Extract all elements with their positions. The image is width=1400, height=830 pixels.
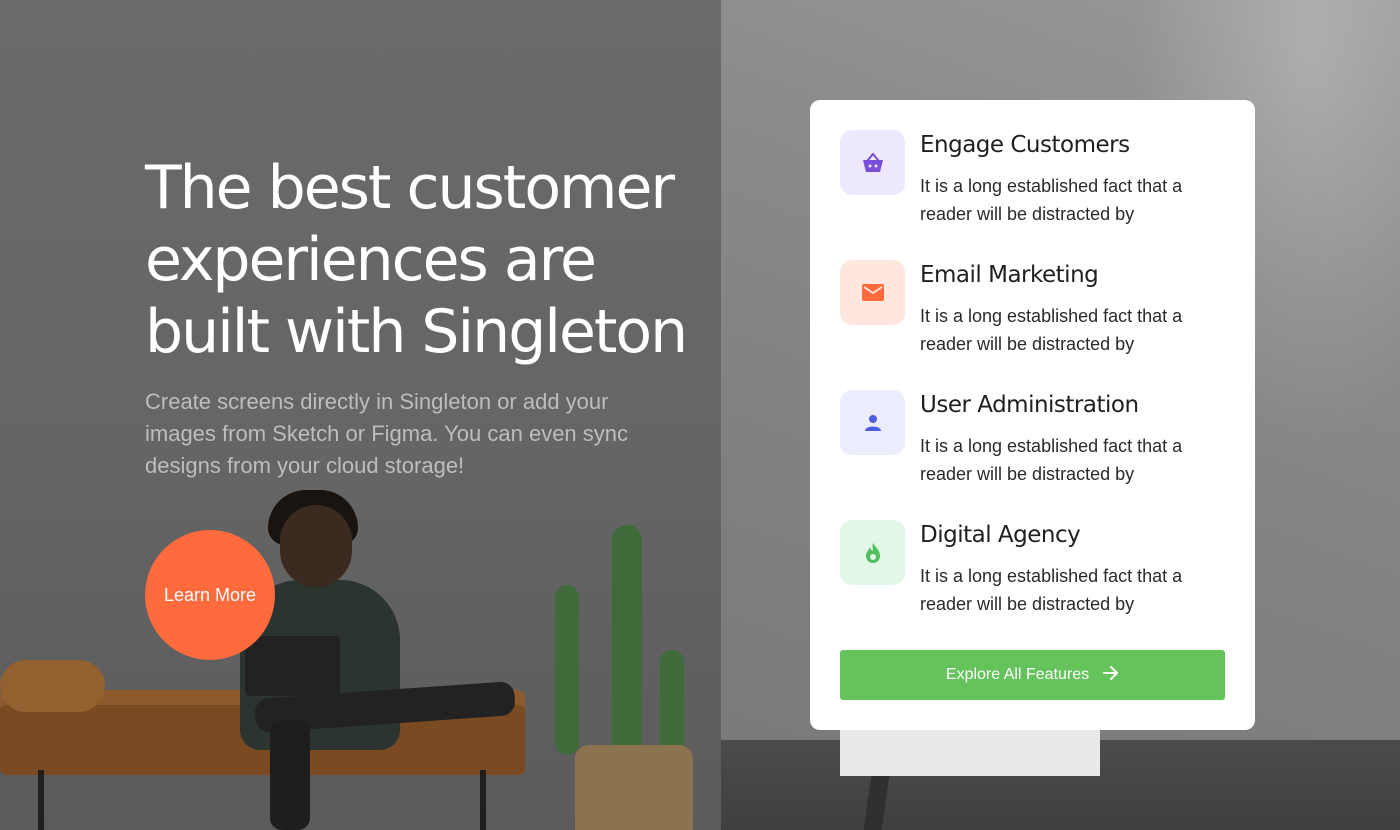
- hero-subtitle-line: images from Sketch or Figma. You can eve…: [145, 421, 629, 446]
- hero-title-line: The best customer: [145, 153, 675, 223]
- features-card: Engage Customers It is a long establishe…: [810, 100, 1255, 730]
- feature-description-line: It is a long established fact that a: [920, 436, 1183, 456]
- feature-description-line: reader will be distracted by: [920, 334, 1135, 354]
- cactus: [660, 650, 684, 760]
- hero-subtitle-line: Create screens directly in Singleton or …: [145, 389, 609, 414]
- bench-leg: [480, 770, 486, 830]
- feature-description: It is a long established fact that a rea…: [920, 432, 1230, 488]
- hero-title: The best customer experiences are built …: [145, 152, 745, 368]
- hero-subtitle-line: designs from your cloud storage!: [145, 453, 465, 478]
- explore-all-features-button[interactable]: Explore All Features: [840, 650, 1225, 700]
- feature-description-line: reader will be distracted by: [920, 464, 1135, 484]
- explore-button-label: Explore All Features: [945, 666, 1090, 683]
- feature-description: It is a long established fact that a rea…: [920, 302, 1230, 358]
- hero-subtitle: Create screens directly in Singleton or …: [145, 386, 705, 482]
- basket-icon: [840, 130, 905, 195]
- person-leg: [270, 720, 310, 830]
- arrow-right-icon: [1103, 665, 1119, 685]
- user-icon: [840, 390, 905, 455]
- feature-item-engage-customers: Engage Customers It is a long establishe…: [840, 130, 1230, 240]
- cactus: [555, 585, 579, 755]
- learn-more-button[interactable]: Learn More: [145, 530, 275, 660]
- bench-bolster: [0, 660, 105, 712]
- flame-icon: [840, 520, 905, 585]
- bench-leg: [38, 770, 44, 830]
- feature-description: It is a long established fact that a rea…: [920, 562, 1230, 618]
- laptop: [245, 636, 340, 696]
- feature-title: Digital Agency: [920, 522, 1081, 548]
- plant-pot: [575, 745, 693, 830]
- feature-item-digital-agency: Digital Agency It is a long established …: [840, 520, 1230, 630]
- feature-title: Engage Customers: [920, 132, 1130, 158]
- feature-item-email-marketing: Email Marketing It is a long established…: [840, 260, 1230, 370]
- feature-description-line: It is a long established fact that a: [920, 176, 1183, 196]
- feature-title: Email Marketing: [920, 262, 1099, 288]
- feature-description-line: It is a long established fact that a: [920, 566, 1183, 586]
- feature-description: It is a long established fact that a rea…: [920, 172, 1230, 228]
- feature-description-line: reader will be distracted by: [920, 594, 1135, 614]
- hero-title-line: experiences are: [145, 225, 597, 295]
- feature-description-line: It is a long established fact that a: [920, 306, 1183, 326]
- feature-description-line: reader will be distracted by: [920, 204, 1135, 224]
- feature-item-user-administration: User Administration It is a long establi…: [840, 390, 1230, 500]
- cactus: [612, 525, 642, 755]
- cabinet: [840, 728, 1100, 776]
- envelope-icon: [840, 260, 905, 325]
- person-head: [280, 505, 352, 587]
- hero-title-line: built with Singleton: [145, 297, 688, 367]
- feature-title: User Administration: [920, 392, 1139, 418]
